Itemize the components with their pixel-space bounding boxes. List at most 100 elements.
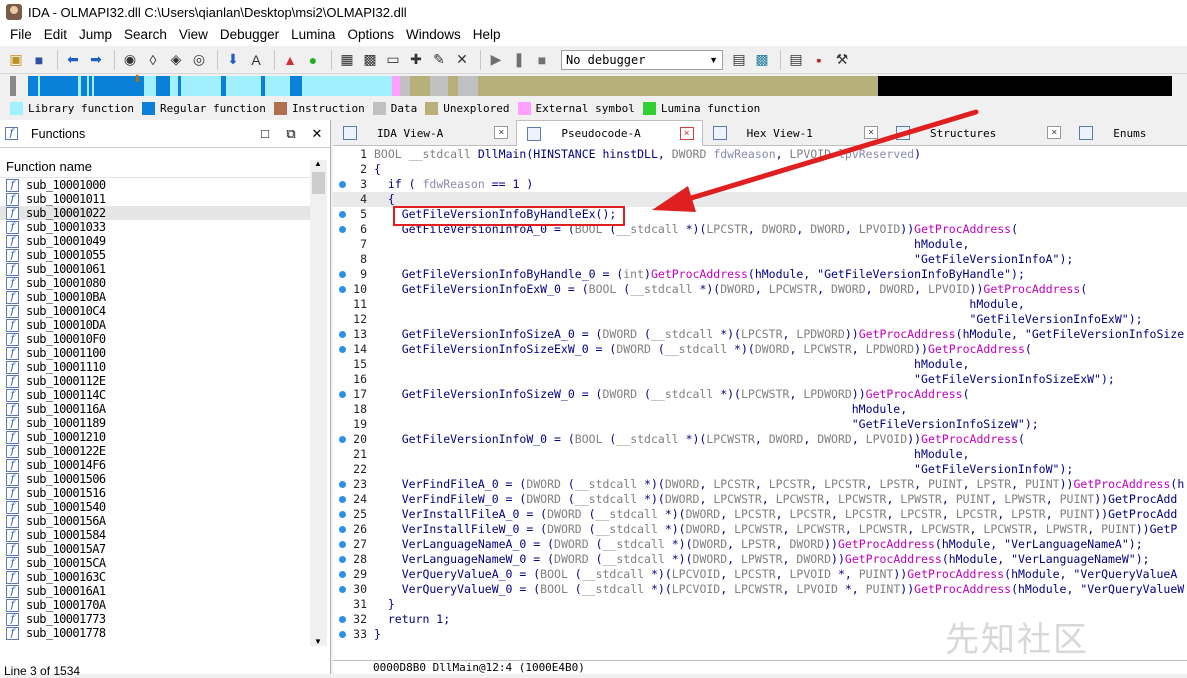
breakpoint-dot-icon[interactable] [339,571,346,578]
code-line[interactable]: 17 GetFileVersionInfoSizeW_0 = (DWORD (_… [333,387,1187,402]
tab-ida-view-a[interactable]: IDA View-A × [333,120,516,146]
code-line[interactable]: 9 GetFileVersionInfoByHandle_0 = (int)Ge… [333,267,1187,282]
breakpoint-dot-icon[interactable] [339,181,346,188]
menu-search[interactable]: Search [118,24,173,46]
function-list-item[interactable]: f sub_1000122E [0,444,310,458]
code-line[interactable]: 14 GetFileVersionInfoSizeExW_0 = (DWORD … [333,342,1187,357]
close-icon[interactable]: × [1047,126,1062,139]
enum-icon[interactable]: ▭ [383,50,403,70]
function-list-item[interactable]: f sub_1000156A [0,514,310,528]
code-line[interactable]: 13 GetFileVersionInfoSizeA_0 = (DWORD (_… [333,327,1187,342]
function-list-item[interactable]: f sub_10001049 [0,234,310,248]
code-line[interactable]: 22 "GetFileVersionInfoW"); [333,462,1187,477]
breakpoint-dot-icon[interactable] [339,286,346,293]
function-list-item[interactable]: f sub_100010F0 [0,332,310,346]
code-line[interactable]: 16 "GetFileVersionInfoSizeExW"); [333,372,1187,387]
code-line[interactable]: 19 "GetFileVersionInfoSizeW"); [333,417,1187,432]
breakpoint-dot-icon[interactable] [339,496,346,503]
function-list-item[interactable]: f sub_100010DA [0,318,310,332]
script-icon[interactable]: ▩ [752,50,772,70]
function-list-item[interactable]: f sub_10001506 [0,472,310,486]
navigation-strip[interactable] [28,76,1187,96]
menu-lumina[interactable]: Lumina [285,24,341,46]
menu-edit[interactable]: Edit [38,24,73,46]
menu-view[interactable]: View [173,24,214,46]
function-list-item[interactable]: f sub_10001584 [0,528,310,542]
function-list-item[interactable]: f sub_10001210 [0,430,310,444]
search-next-icon[interactable]: ◎ [189,50,209,70]
breakpoint-dot-icon[interactable] [339,616,346,623]
graph-icon[interactable]: ▦ [337,50,357,70]
clipboard-icon[interactable]: ▤ [786,50,806,70]
open-icon[interactable]: ▣ [6,50,26,70]
tab-enums[interactable]: Enums [1069,120,1187,146]
function-list-item[interactable]: f sub_10001773 [0,612,310,626]
menu-jump[interactable]: Jump [73,24,118,46]
breakpoint-dot-icon[interactable] [339,271,346,278]
pause-icon[interactable]: ❚ [509,50,529,70]
code-line[interactable]: 18 hModule, [333,402,1187,417]
code-line[interactable]: 8 "GetFileVersionInfoA"); [333,252,1187,267]
breakpoint-dot-icon[interactable] [339,556,346,563]
search-binary-icon[interactable]: ◈ [166,50,186,70]
breakpoint-dot-icon[interactable] [339,436,346,443]
code-line[interactable]: 15 hModule, [333,357,1187,372]
code-line[interactable]: 26 VerInstallFileW_0 = (DWORD (__stdcall… [333,522,1187,537]
menu-file[interactable]: File [4,24,38,46]
function-name-column-header[interactable]: Function name [0,156,310,178]
function-list-item[interactable]: f sub_100010BA [0,290,310,304]
plugin-icon[interactable]: ▪ [809,50,829,70]
breakpoint-dot-icon[interactable] [339,481,346,488]
code-line[interactable]: 20 GetFileVersionInfoW_0 = (BOOL (__stdc… [333,432,1187,447]
function-list-item[interactable]: f sub_10001000 [0,178,310,192]
code-line[interactable]: 12 "GetFileVersionInfoExW"); [333,312,1187,327]
function-list-item[interactable]: f sub_10001022 [0,206,310,220]
forward-arrow-icon[interactable]: ➡ [86,50,106,70]
code-line[interactable]: 28 VerLanguageNameW_0 = (DWORD (__stdcal… [333,552,1187,567]
add-icon[interactable]: ✚ [406,50,426,70]
code-line[interactable]: 30 VerQueryValueW_0 = (BOOL (__stdcall *… [333,582,1187,597]
function-list-item[interactable]: f sub_10001055 [0,248,310,262]
code-line[interactable]: 29 VerQueryValueA_0 = (BOOL (__stdcall *… [333,567,1187,582]
nav-scroll-handle[interactable] [10,76,16,96]
structure-icon[interactable]: ▩ [360,50,380,70]
code-line[interactable]: 7 hModule, [333,237,1187,252]
function-list-item[interactable]: f sub_10001080 [0,276,310,290]
breakpoint-dot-icon[interactable] [339,526,346,533]
function-list-item[interactable]: f sub_1000163C [0,570,310,584]
breakpoint-dot-icon[interactable] [339,211,346,218]
breakpoint-dot-icon[interactable] [339,346,346,353]
function-list-item[interactable]: f sub_100015CA [0,556,310,570]
text-format-icon[interactable]: A [246,50,266,70]
code-line[interactable]: 24 VerFindFileW_0 = (DWORD (__stdcall *)… [333,492,1187,507]
menu-debugger[interactable]: Debugger [214,24,285,46]
search-text-icon[interactable]: ◊ [143,50,163,70]
code-line[interactable]: 27 VerLanguageNameA_0 = (DWORD (__stdcal… [333,537,1187,552]
back-arrow-icon[interactable]: ⬅ [63,50,83,70]
play-icon[interactable]: ▶ [486,50,506,70]
float-icon[interactable]: ⧉ [278,126,304,142]
restore-icon[interactable]: □ [252,126,278,142]
navigation-band[interactable]: ⬇ [0,74,1187,98]
breakpoint-dot-icon[interactable] [339,331,346,338]
breakpoint-dot-icon[interactable] [339,511,346,518]
delete-icon[interactable]: ✕ [452,50,472,70]
function-list-item[interactable]: f sub_10001033 [0,220,310,234]
function-list-scrollbar[interactable]: ▲ ▼ [310,159,327,646]
function-list-item[interactable]: f sub_1000170A [0,598,310,612]
function-list-item[interactable]: f sub_1000114C [0,388,310,402]
function-list-item[interactable]: f sub_100014F6 [0,458,310,472]
warning-icon[interactable]: ▲ [280,50,300,70]
function-list-item[interactable]: f sub_1000112E [0,374,310,388]
code-line[interactable]: 23 VerFindFileA_0 = (DWORD (__stdcall *)… [333,477,1187,492]
scroll-down-icon[interactable]: ▼ [314,637,322,646]
jump-down-icon[interactable]: ⬇ [223,50,243,70]
breakpoint-dot-icon[interactable] [339,391,346,398]
menu-help[interactable]: Help [467,24,507,46]
function-list-item[interactable]: f sub_10001778 [0,626,310,640]
function-list-item[interactable]: f sub_10001189 [0,416,310,430]
breakpoint-dot-icon[interactable] [339,226,346,233]
scrollbar-thumb[interactable] [312,172,325,194]
save-icon[interactable]: ■ [29,50,49,70]
binoculars-icon[interactable]: ◉ [120,50,140,70]
